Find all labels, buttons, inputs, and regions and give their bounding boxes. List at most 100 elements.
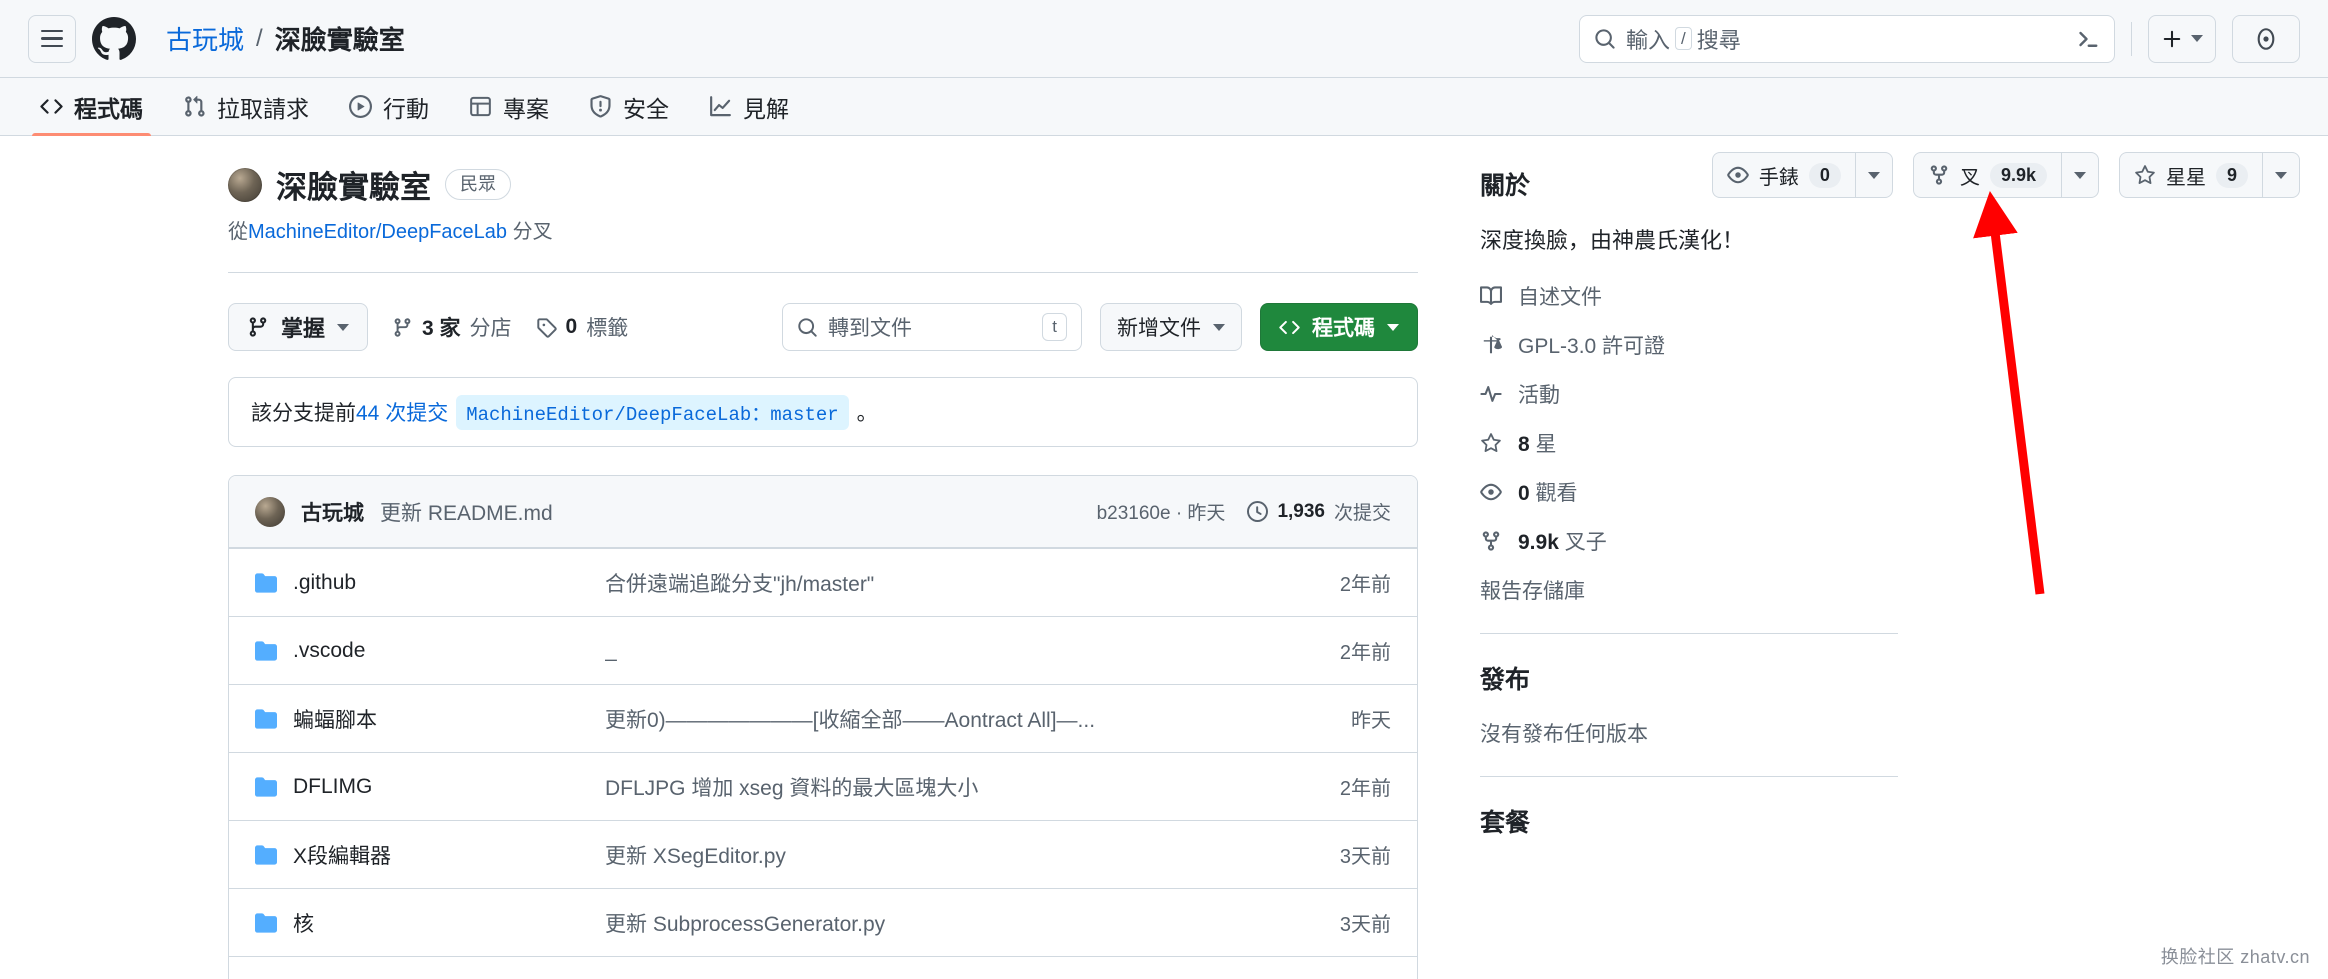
fork-dropdown-button[interactable] [2060, 152, 2099, 198]
stars-label: 星 [1535, 433, 1557, 456]
commit-sha-and-time[interactable]: b23160e · 昨天 [1097, 498, 1226, 525]
fork-source-link[interactable]: MachineEditor/DeepFaceLab [248, 221, 507, 243]
tab-pull-requests[interactable]: 拉取請求 [163, 78, 329, 135]
breadcrumb-repo[interactable]: 深臉實驗室 [275, 20, 405, 57]
file-name[interactable]: 蝙蝠腳本 [293, 704, 377, 734]
fork-suffix: 分叉 [512, 221, 553, 243]
commits-count: 1,936 [1277, 500, 1325, 522]
star-icon [1480, 432, 1502, 454]
breadcrumb-owner[interactable]: 古玩城 [166, 20, 244, 57]
banner-text-after: 。 [856, 402, 878, 425]
fork-button[interactable]: 叉 9.9k [1912, 152, 2061, 198]
branch-selector-button[interactable]: 掌握 [228, 303, 369, 351]
tab-security[interactable]: 安全 [569, 78, 689, 135]
file-commit-message[interactable]: _ [605, 639, 1340, 663]
readme-link[interactable]: 自述文件 [1480, 281, 1898, 311]
activity-label: 活動 [1518, 384, 1560, 407]
commit-message[interactable]: 更新 README.md [380, 497, 553, 527]
chevron-down-icon [1387, 323, 1399, 331]
file-name-cell: X段編輯器 [255, 840, 605, 870]
go-to-file-input[interactable]: 轉到文件 t [782, 303, 1082, 351]
file-name-cell: .github [255, 571, 605, 595]
file-commit-message[interactable]: 合併遠端追蹤分支"eng-ita-fork/master" [605, 976, 1340, 979]
commit-history-link[interactable]: 1,936 次提交 [1247, 498, 1391, 525]
watchers-link[interactable]: 0 觀看 [1480, 477, 1898, 507]
tab-insights[interactable]: 見解 [689, 78, 809, 135]
repository-name[interactable]: 深臉實驗室 [276, 162, 431, 207]
global-search-input[interactable]: 輸入 / 搜尋 [1579, 14, 2115, 63]
star-count: 9 [2215, 162, 2248, 188]
file-name[interactable]: 核 [293, 908, 314, 938]
file-name[interactable]: .vscode [293, 639, 365, 663]
stars-link[interactable]: 8 星 [1480, 428, 1898, 458]
file-name[interactable]: .github [293, 571, 356, 595]
file-name[interactable]: DFLIMG [293, 775, 372, 799]
account-avatar-button[interactable] [2232, 14, 2300, 63]
banner-ref-chip[interactable]: MachineEditor/DeepFaceLab：master [456, 394, 849, 430]
file-updated-time: 3天前 [1339, 846, 1391, 868]
table-row[interactable]: X段編輯器 更新 XSegEditor.py 3天前 [229, 820, 1417, 888]
create-new-button[interactable] [2148, 14, 2216, 63]
watch-button[interactable]: 手錶 0 [1711, 152, 1855, 198]
tab-actions[interactable]: 行動 [329, 78, 449, 135]
book-icon [1480, 285, 1502, 307]
license-link[interactable]: GPL-3.0 許可證 [1480, 330, 1898, 360]
tags-count-link[interactable]: 0 標籤 [536, 312, 628, 342]
chevron-down-icon [2191, 35, 2203, 42]
file-commit-message[interactable]: DFLJPG 增加 xseg 資料的最大區塊大小 [605, 772, 1340, 802]
tag-icon [536, 317, 557, 338]
table-row[interactable]: .github 合併遠端追蹤分支"jh/master" 2年前 [229, 548, 1417, 616]
add-file-button[interactable]: 新增文件 [1100, 303, 1242, 351]
star-label: 星星 [2165, 166, 2206, 189]
star-button-group: 星星 9 [2118, 152, 2300, 198]
main-column: 深臉實驗室 民眾 從MachineEditor/DeepFaceLab 分叉 掌… [28, 136, 1418, 979]
github-logo[interactable] [92, 13, 144, 65]
user-avatar-icon [2253, 26, 2279, 52]
shield-icon [589, 95, 612, 118]
forks-link[interactable]: 9.9k 叉子 [1480, 526, 1898, 556]
star-dropdown-button[interactable] [2262, 152, 2300, 198]
file-commit-message[interactable]: 合併遠端追蹤分支"jh/master" [605, 568, 1340, 598]
watch-dropdown-button[interactable] [1854, 152, 1893, 198]
table-row[interactable]: .vscode _ 2年前 [229, 616, 1417, 684]
latest-commit-bar: 古玩城 更新 README.md b23160e · 昨天 1,936 次提交 [229, 476, 1417, 548]
table-row[interactable]: 蝙蝠腳本 更新0)———————[收縮全部——Aontract All]—...… [229, 684, 1417, 752]
banner-ahead-link[interactable]: 44 次提交 [356, 397, 448, 427]
repository-title-row: 深臉實驗室 民眾 [228, 162, 1418, 207]
table-row[interactable]: 核 更新 SubprocessGenerator.py 3天前 [229, 888, 1417, 956]
tab-code[interactable]: 程式碼 [20, 78, 163, 136]
commit-author-name[interactable]: 古玩城 [301, 497, 364, 527]
search-icon [797, 317, 818, 338]
file-listing-table: 古玩城 更新 README.md b23160e · 昨天 1,936 次提交 [228, 475, 1418, 979]
tab-pull-requests-label: 拉取請求 [217, 95, 309, 122]
fork-label: 叉 [1959, 166, 1980, 189]
file-commit-message[interactable]: 更新 XSegEditor.py [605, 840, 1340, 870]
branches-label: 分店 [469, 317, 512, 340]
terminal-icon[interactable] [2076, 27, 2100, 51]
repository-description: 深度換臉，由神農氏漢化！ [1480, 228, 1745, 253]
branch-icon [247, 316, 269, 338]
search-placeholder-before: 輸入 [1626, 27, 1671, 53]
tab-insights-label: 見解 [743, 95, 789, 122]
file-name[interactable]: 文件 [293, 976, 335, 979]
star-button[interactable]: 星星 9 [2118, 152, 2262, 198]
forks-label: 叉子 [1564, 531, 1607, 554]
file-name[interactable]: X段編輯器 [293, 840, 391, 870]
report-repository-link[interactable]: 報告存儲庫 [1480, 575, 1898, 605]
folder-icon [255, 708, 277, 730]
table-row[interactable]: 文件 合併遠端追蹤分支"eng-ita-fork/master" 2年前 [229, 956, 1417, 979]
global-header: 古玩城 / 深臉實驗室 輸入 / 搜尋 [0, 0, 2328, 78]
graph-icon [709, 95, 732, 118]
hamburger-menu-icon[interactable] [28, 14, 76, 63]
visibility-badge: 民眾 [445, 168, 511, 201]
file-commit-message[interactable]: 更新 SubprocessGenerator.py [605, 908, 1340, 938]
tab-projects[interactable]: 專案 [449, 78, 569, 135]
activity-link[interactable]: 活動 [1480, 379, 1898, 409]
branches-count-link[interactable]: 3 家 分店 [392, 312, 512, 342]
eye-icon [1727, 164, 1749, 186]
code-button[interactable]: 程式碼 [1260, 303, 1418, 351]
page-content: 深臉實驗室 民眾 從MachineEditor/DeepFaceLab 分叉 掌… [0, 136, 2328, 979]
table-row[interactable]: DFLIMG DFLJPG 增加 xseg 資料的最大區塊大小 2年前 [229, 752, 1417, 820]
file-commit-message[interactable]: 更新0)———————[收縮全部——Aontract All]—... [605, 704, 1351, 734]
search-icon [1594, 28, 1616, 50]
